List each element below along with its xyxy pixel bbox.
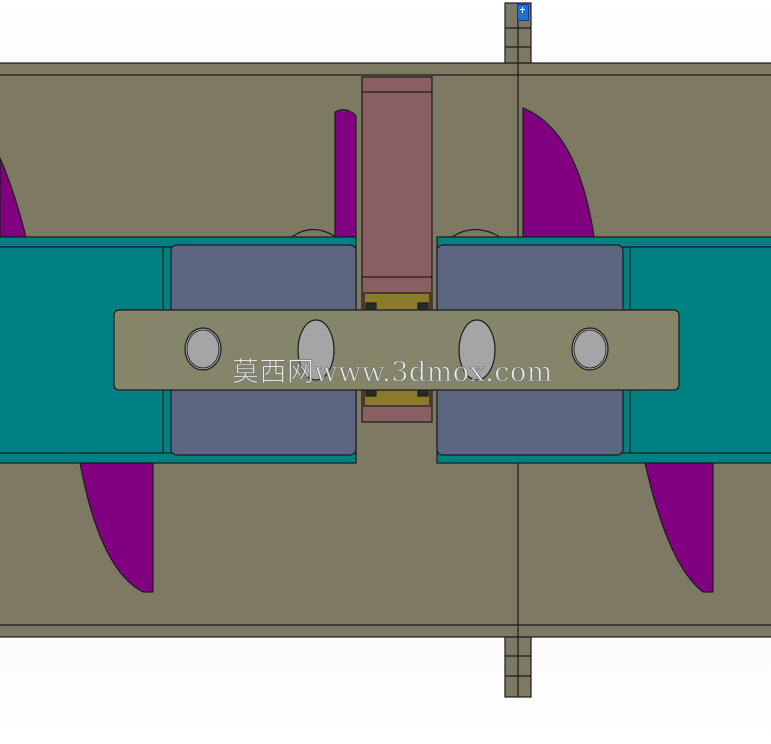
bearing-top (363, 292, 431, 312)
bearing-bottom (363, 387, 431, 407)
bolt-inner-right (458, 319, 496, 381)
bolt-inner-left (297, 319, 335, 381)
fan-blade-center-left-top (334, 109, 357, 238)
axis-triad-icon[interactable] (517, 4, 529, 21)
bolt-outer-right (571, 327, 609, 371)
cad-viewport[interactable]: 莫西网www.3dmox.com (0, 0, 771, 740)
assembly-drawing (0, 2, 771, 698)
bolt-outer-left (184, 327, 222, 371)
bottom-flange-stub (504, 636, 532, 698)
